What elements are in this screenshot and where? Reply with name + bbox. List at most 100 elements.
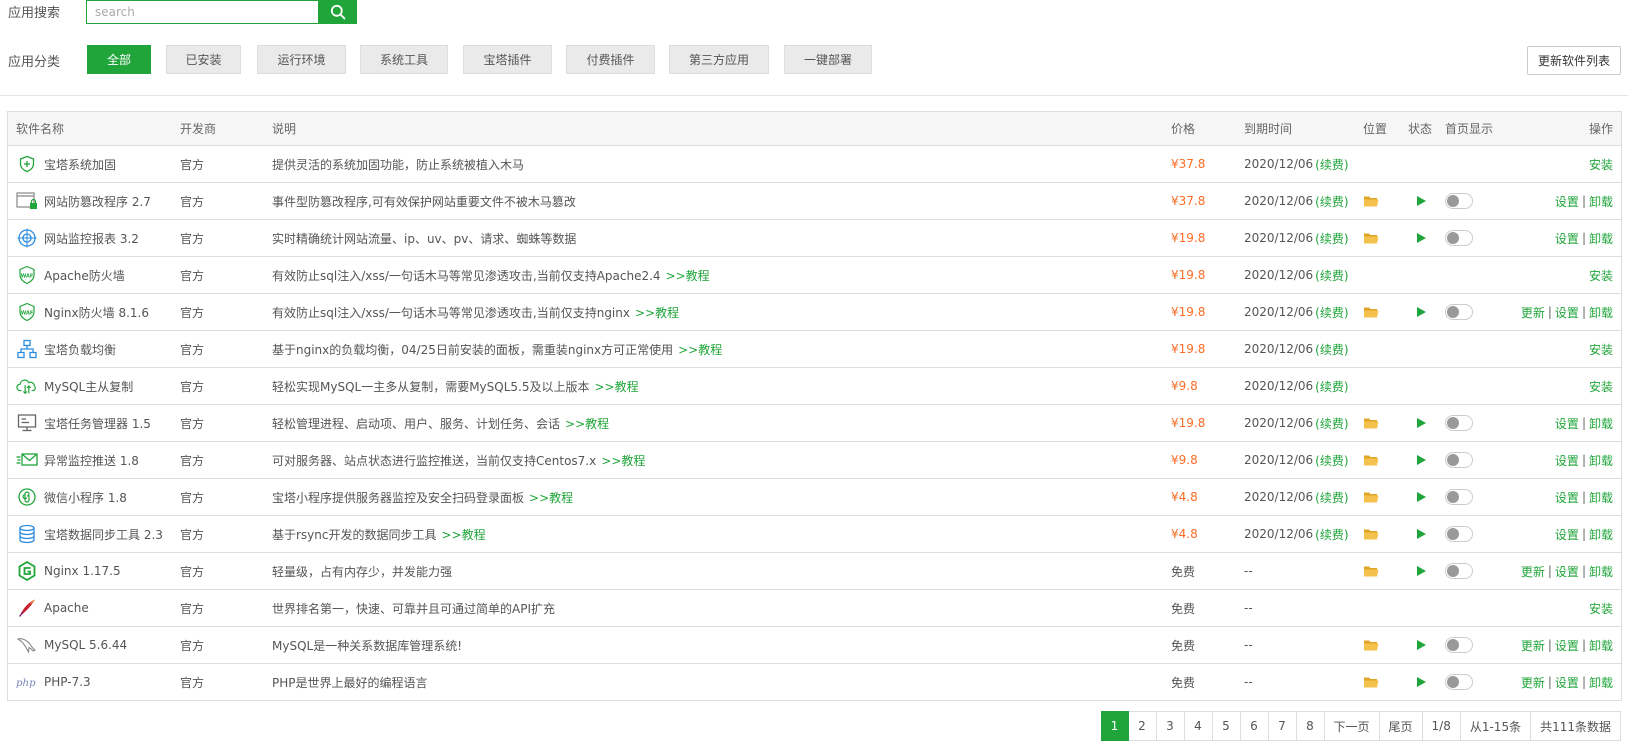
software-name[interactable]: 微信小程序 1.8: [44, 489, 127, 506]
toggle-switch[interactable]: [1445, 230, 1473, 246]
renew-link[interactable]: (续费): [1315, 156, 1348, 173]
install-link[interactable]: 安装: [1589, 341, 1613, 358]
renew-link[interactable]: (续费): [1315, 489, 1348, 506]
page-4[interactable]: 4: [1184, 711, 1213, 741]
settings-link[interactable]: 设置: [1555, 193, 1579, 210]
tutorial-link[interactable]: >>教程: [635, 304, 679, 321]
uninstall-link[interactable]: 卸载: [1589, 563, 1613, 580]
status-indicator[interactable]: [1408, 294, 1427, 330]
homepage-display-toggle[interactable]: [1445, 183, 1473, 219]
uninstall-link[interactable]: 卸载: [1589, 230, 1613, 247]
category-one-click-deploy[interactable]: 一键部署: [784, 45, 872, 74]
status-indicator[interactable]: [1408, 553, 1427, 589]
refresh-software-list-button[interactable]: 更新软件列表: [1527, 46, 1621, 75]
settings-link[interactable]: 设置: [1555, 526, 1579, 543]
uninstall-link[interactable]: 卸载: [1589, 526, 1613, 543]
software-name[interactable]: Nginx 1.17.5: [44, 564, 121, 578]
open-folder-button[interactable]: [1363, 442, 1379, 478]
uninstall-link[interactable]: 卸载: [1589, 637, 1613, 654]
status-indicator[interactable]: [1408, 479, 1427, 515]
toggle-switch[interactable]: [1445, 489, 1473, 505]
open-folder-button[interactable]: [1363, 516, 1379, 552]
settings-link[interactable]: 设置: [1555, 563, 1579, 580]
settings-link[interactable]: 设置: [1555, 637, 1579, 654]
settings-link[interactable]: 设置: [1555, 674, 1579, 691]
install-link[interactable]: 安装: [1589, 156, 1613, 173]
uninstall-link[interactable]: 卸载: [1589, 489, 1613, 506]
page-5[interactable]: 5: [1212, 711, 1241, 741]
settings-link[interactable]: 设置: [1555, 489, 1579, 506]
status-indicator[interactable]: [1408, 183, 1427, 219]
open-folder-button[interactable]: [1363, 220, 1379, 256]
homepage-display-toggle[interactable]: [1445, 516, 1473, 552]
homepage-display-toggle[interactable]: [1445, 627, 1473, 663]
page-8[interactable]: 8: [1296, 711, 1325, 741]
open-folder-button[interactable]: [1363, 479, 1379, 515]
software-name[interactable]: 网站监控报表 3.2: [44, 230, 139, 247]
software-name[interactable]: MySQL 5.6.44: [44, 638, 127, 652]
open-folder-button[interactable]: [1363, 183, 1379, 219]
search-input[interactable]: [86, 0, 318, 24]
open-folder-button[interactable]: [1363, 294, 1379, 330]
software-name[interactable]: MySQL主从复制: [44, 378, 133, 395]
category-runtime[interactable]: 运行环境: [257, 45, 346, 74]
install-link[interactable]: 安装: [1589, 378, 1613, 395]
install-link[interactable]: 安装: [1589, 267, 1613, 284]
toggle-switch[interactable]: [1445, 415, 1473, 431]
homepage-display-toggle[interactable]: [1445, 553, 1473, 589]
homepage-display-toggle[interactable]: [1445, 479, 1473, 515]
settings-link[interactable]: 设置: [1555, 452, 1579, 469]
homepage-display-toggle[interactable]: [1445, 294, 1473, 330]
homepage-display-toggle[interactable]: [1445, 405, 1473, 441]
tutorial-link[interactable]: >>教程: [565, 415, 609, 432]
renew-link[interactable]: (续费): [1315, 378, 1348, 395]
software-name[interactable]: 宝塔数据同步工具 2.3: [44, 526, 163, 543]
software-name[interactable]: PHP-7.3: [44, 675, 91, 689]
category-installed[interactable]: 已安装: [166, 45, 241, 74]
category-paid-plugins[interactable]: 付费插件: [566, 45, 655, 74]
settings-link[interactable]: 设置: [1555, 415, 1579, 432]
renew-link[interactable]: (续费): [1315, 267, 1348, 284]
settings-link[interactable]: 设置: [1555, 230, 1579, 247]
software-name[interactable]: 宝塔负载均衡: [44, 341, 116, 358]
uninstall-link[interactable]: 卸载: [1589, 415, 1613, 432]
tutorial-link[interactable]: >>教程: [666, 267, 710, 284]
open-folder-button[interactable]: [1363, 405, 1379, 441]
open-folder-button[interactable]: [1363, 664, 1379, 700]
renew-link[interactable]: (续费): [1315, 452, 1348, 469]
next-page-button[interactable]: 下一页: [1324, 711, 1380, 741]
open-folder-button[interactable]: [1363, 553, 1379, 589]
status-indicator[interactable]: [1408, 405, 1427, 441]
tutorial-link[interactable]: >>教程: [595, 378, 639, 395]
status-indicator[interactable]: [1408, 442, 1427, 478]
open-folder-button[interactable]: [1363, 627, 1379, 663]
software-name[interactable]: Apache: [44, 601, 89, 615]
settings-link[interactable]: 设置: [1555, 304, 1579, 321]
page-6[interactable]: 6: [1240, 711, 1269, 741]
toggle-switch[interactable]: [1445, 563, 1473, 579]
uninstall-link[interactable]: 卸载: [1589, 452, 1613, 469]
update-link[interactable]: 更新: [1521, 674, 1545, 691]
tutorial-link[interactable]: >>教程: [442, 526, 486, 543]
page-2[interactable]: 2: [1128, 711, 1157, 741]
search-button[interactable]: [318, 0, 357, 24]
uninstall-link[interactable]: 卸载: [1589, 304, 1613, 321]
toggle-switch[interactable]: [1445, 526, 1473, 542]
category-system-tools[interactable]: 系统工具: [360, 45, 448, 74]
install-link[interactable]: 安装: [1589, 600, 1613, 617]
tutorial-link[interactable]: >>教程: [601, 452, 645, 469]
uninstall-link[interactable]: 卸载: [1589, 674, 1613, 691]
update-link[interactable]: 更新: [1521, 563, 1545, 580]
toggle-switch[interactable]: [1445, 637, 1473, 653]
renew-link[interactable]: (续费): [1315, 341, 1348, 358]
page-3[interactable]: 3: [1156, 711, 1185, 741]
uninstall-link[interactable]: 卸载: [1589, 193, 1613, 210]
toggle-switch[interactable]: [1445, 304, 1473, 320]
software-name[interactable]: Nginx防火墙 8.1.6: [44, 304, 149, 321]
status-indicator[interactable]: [1408, 516, 1427, 552]
homepage-display-toggle[interactable]: [1445, 220, 1473, 256]
software-name[interactable]: 网站防篡改程序 2.7: [44, 193, 151, 210]
homepage-display-toggle[interactable]: [1445, 442, 1473, 478]
status-indicator[interactable]: [1408, 627, 1427, 663]
update-link[interactable]: 更新: [1521, 637, 1545, 654]
